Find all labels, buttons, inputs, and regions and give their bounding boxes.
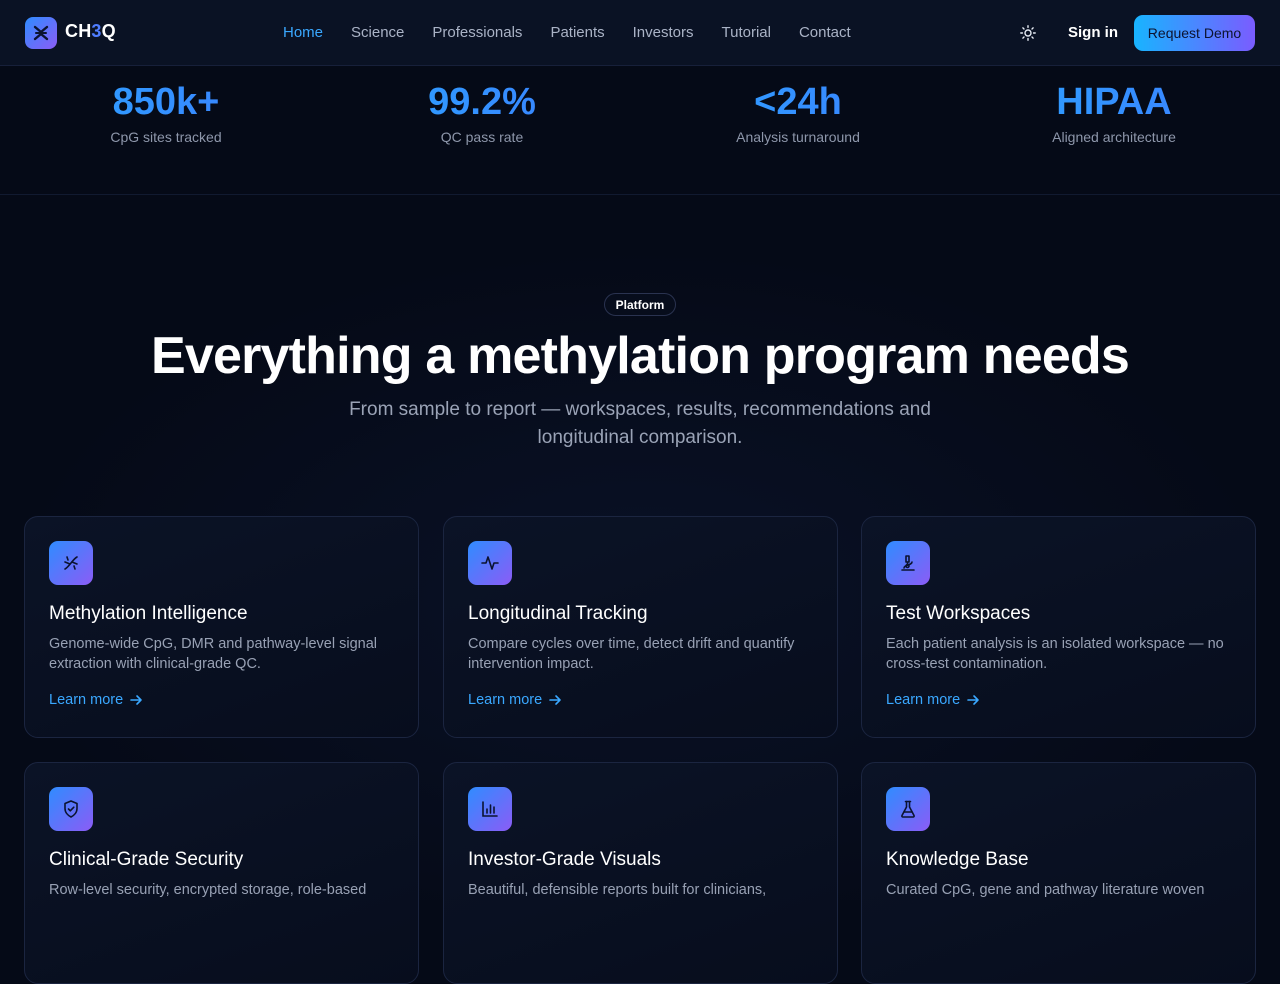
card-description: Genome-wide CpG, DMR and pathway-level s… <box>49 636 378 672</box>
request-demo-button[interactable]: Request Demo <box>1134 15 1255 51</box>
bar-chart-icon <box>468 787 512 831</box>
learn-more-link[interactable]: Learn more <box>468 690 562 710</box>
card-description: Compare cycles over time, detect drift a… <box>468 636 795 672</box>
arrow-right-icon <box>967 695 979 705</box>
stat-label: Analysis turnaround <box>736 129 860 145</box>
feature-card-security[interactable]: Clinical-Grade Security Row-level securi… <box>24 762 419 984</box>
learn-more-label: Learn more <box>886 692 961 708</box>
flask-icon <box>886 787 930 831</box>
feature-card-longitudinal[interactable]: Longitudinal Tracking Compare cycles ove… <box>443 516 838 738</box>
learn-more-link[interactable]: Learn more <box>49 690 143 710</box>
nav-link-contact[interactable]: Contact <box>799 23 851 43</box>
card-title: Longitudinal Tracking <box>468 603 648 624</box>
stat-value: HIPAA <box>956 80 1272 124</box>
nav-link-tutorial[interactable]: Tutorial <box>722 23 771 43</box>
shield-check-icon <box>49 787 93 831</box>
nav-link-investors[interactable]: Investors <box>633 23 694 43</box>
sun-icon <box>1020 25 1036 41</box>
stat-turnaround: <24h Analysis turnaround <box>640 80 956 146</box>
nav-link-patients[interactable]: Patients <box>550 23 604 43</box>
section-subtitle: From sample to report — workspaces, resu… <box>349 399 931 448</box>
card-title: Clinical-Grade Security <box>49 849 244 870</box>
feature-card-methylation[interactable]: Methylation Intelligence Genome-wide CpG… <box>24 516 419 738</box>
stat-label: QC pass rate <box>440 129 524 145</box>
feature-card-knowledge[interactable]: Knowledge Base Curated CpG, gene and pat… <box>861 762 1256 984</box>
feature-card-workspaces[interactable]: Test Workspaces Each patient analysis is… <box>861 516 1256 738</box>
top-nav: CH3Q Home Science Professionals Patients… <box>0 0 1280 66</box>
theme-toggle-button[interactable] <box>1016 21 1040 45</box>
learn-more-label: Learn more <box>49 692 124 708</box>
stat-qc-pass: 99.2% QC pass rate <box>324 80 640 146</box>
stat-hipaa: HIPAA Aligned architecture <box>956 80 1272 146</box>
nav-links: Home Science Professionals Patients Inve… <box>283 23 851 43</box>
microscope-icon <box>886 541 930 585</box>
arrow-right-icon <box>549 695 561 705</box>
stat-value: 850k+ <box>8 80 324 124</box>
logo-wordmark[interactable]: CH3Q <box>65 21 116 42</box>
dna-icon <box>49 541 93 585</box>
nav-link-professionals[interactable]: Professionals <box>432 23 522 43</box>
card-title: Methylation Intelligence <box>49 603 248 624</box>
feature-card-visuals[interactable]: Investor-Grade Visuals Beautiful, defens… <box>443 762 838 984</box>
stat-value: 99.2% <box>324 80 640 124</box>
card-title: Investor-Grade Visuals <box>468 849 661 870</box>
arrow-right-icon <box>130 695 142 705</box>
learn-more-link[interactable]: Learn more <box>886 690 980 710</box>
logo-icon[interactable] <box>25 17 57 49</box>
stat-label: CpG sites tracked <box>110 129 222 145</box>
activity-icon <box>468 541 512 585</box>
section-title: Everything a methylation program needs <box>150 327 1130 385</box>
card-title: Test Workspaces <box>886 603 1031 624</box>
nav-link-science[interactable]: Science <box>351 23 404 43</box>
card-description: Each patient analysis is an isolated wor… <box>886 636 1224 672</box>
stats-strip: 850k+ CpG sites tracked 99.2% QC pass ra… <box>0 66 1280 195</box>
card-description: Beautiful, defensible reports built for … <box>468 882 767 898</box>
sign-in-link[interactable]: Sign in <box>1068 23 1118 43</box>
learn-more-label: Learn more <box>468 692 543 708</box>
stat-cpg-sites: 850k+ CpG sites tracked <box>8 80 324 146</box>
stat-value: <24h <box>640 80 956 124</box>
card-description: Curated CpG, gene and pathway literature… <box>886 882 1205 898</box>
nav-link-home[interactable]: Home <box>283 23 323 43</box>
card-title: Knowledge Base <box>886 849 1029 870</box>
section-badge: Platform <box>604 293 676 316</box>
card-description: Row-level security, encrypted storage, r… <box>49 882 367 898</box>
stat-label: Aligned architecture <box>1052 129 1176 145</box>
